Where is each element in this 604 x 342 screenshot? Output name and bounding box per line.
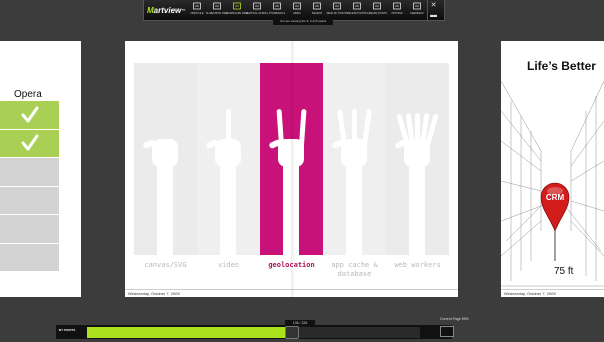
create-points-icon [373,2,381,10]
toolbar-button-label: SLIDESHOW VIEW [205,12,229,15]
delete-points-icon [353,2,361,10]
previous-page[interactable]: Opera [0,41,81,297]
logo-prefix: M [147,5,154,15]
fit-page-icon[interactable] [440,326,454,337]
index-icon [293,2,301,10]
thumbnails-icon [273,2,281,10]
toolbar-button-label: THUMBNAILS [268,12,286,15]
page-fold [291,41,295,297]
pin-distance: 75 ft [554,266,574,277]
toolbar-button-label: DELETE POINTS [347,12,367,15]
support-cell [0,101,59,130]
vertical-scroll-icon [253,2,261,10]
page-date: Wednesday, October 7, 2009 [504,291,556,296]
opera-support-grid [0,101,59,272]
toolbar-button-label: SEARCH [311,12,323,15]
page-slider[interactable] [87,326,420,339]
window-controls: ✕ ▬ [427,0,439,20]
page-slider-fill [87,327,287,338]
slideshow-icon [213,2,221,10]
send-my-points-icon [333,2,341,10]
logo-tm: ™ [181,7,186,13]
app-logo: Martview ™ [147,1,185,19]
page-slider-handle[interactable] [285,326,299,339]
landscape-view-icon [233,2,241,10]
toolbar-button-label: INDEX [293,12,301,15]
minimize-icon[interactable]: ▬ [430,12,437,19]
pin-label: CRM [546,193,565,202]
toolbar-button-label: SEND MY POINTS [326,12,348,15]
search-icon [313,2,321,10]
options-icon [393,2,401,10]
feature-label: video [217,261,240,269]
zoom-label: Current Page 89% [440,317,469,321]
toolbar-button-label: OPTIONS [391,12,403,15]
feedback-icon [413,2,421,10]
support-cell [0,129,59,158]
pages-badge: You are viewing the 9, 2,473 spans [273,18,333,25]
open-file-icon [193,2,201,10]
toolbar-button-label: VERTICAL SCROLL [245,12,269,15]
toolbar-button[interactable]: LANDSCAPE VIEW [226,0,248,20]
toolbar-button[interactable]: SEARCH [307,0,327,20]
toolbar-button[interactable]: OPEN FILE [187,0,207,20]
feature-label: web workers [394,261,441,269]
toolbar-button-label: FEEDBACK [410,12,424,15]
support-cell [0,243,59,272]
toolbar-button[interactable]: DELETE POINTS [347,0,367,20]
footer-rule [501,289,604,290]
my-points-button[interactable]: MY POINTS [56,325,78,339]
toolbar-button[interactable]: SEND MY POINTS [326,0,348,20]
toolbar-button[interactable]: CREATE POINTS [367,0,387,20]
support-cell [0,158,59,187]
toolbar-button[interactable]: SLIDESHOW VIEW [205,0,229,20]
feature-label: canvas/SVG [144,261,187,269]
checkmark-icon [21,134,38,151]
close-icon[interactable]: ✕ [431,2,437,9]
opera-heading: Opera [14,89,42,100]
toolbar-button[interactable]: FEEDBACK [407,0,427,20]
toolbar-button[interactable]: THUMBNAILS [267,0,287,20]
toolbar-button-label: CREATE POINTS [367,12,387,15]
support-cell [0,186,59,215]
checkmark-icon [21,106,38,123]
page-date: Wednesday, October 7, 2009 [128,291,180,296]
toolbar-button[interactable]: INDEX [287,0,307,20]
toolbar-buttons: OPEN FILE SLIDESHOW VIEW LANDSCAPE VIEW VER… [187,0,427,20]
toolbar-button-label: OPEN FILE [190,12,204,15]
page-title: Life’s Better [527,59,596,73]
next-page[interactable]: CRM Life’s Better 75 ft Wednesday, Octob… [501,41,604,297]
toolbar-button[interactable]: VERTICAL SCROLL [245,0,269,20]
feature-label: app cache & database [331,261,378,278]
support-cell [0,215,59,244]
current-page[interactable]: canvas/SVGvideogeolocationapp cache & da… [125,41,458,297]
logo-text: artview [153,5,182,15]
toolbar-button[interactable]: OPTIONS [387,0,407,20]
building-sketch: CRM [501,80,604,287]
